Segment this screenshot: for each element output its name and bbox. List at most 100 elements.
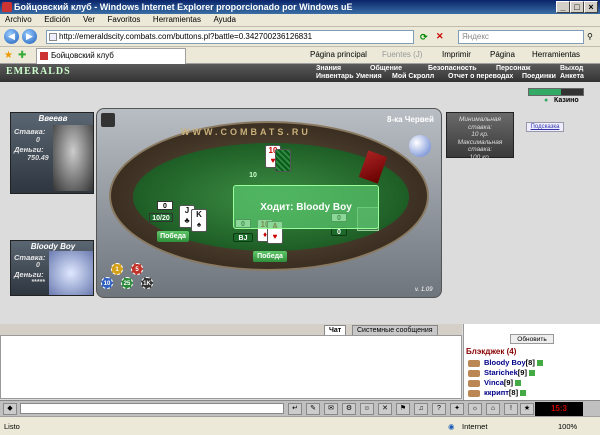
address-bar[interactable]: http://emeraldscity.combats.com/buttons.… <box>46 30 414 44</box>
smiley-icon[interactable]: ☺ <box>360 403 374 415</box>
menu-ayuda[interactable]: Ayuda <box>208 14 241 25</box>
favorites-star-icon[interactable]: ★ <box>4 50 13 61</box>
chat-mode-icon[interactable]: ◆ <box>3 403 17 415</box>
info-icon[interactable] <box>536 360 543 367</box>
user-list-panel: Обновить Блэкджек (4) Bloody Boy[8] Star… <box>463 324 600 400</box>
nav-duels[interactable]: Поединки <box>522 73 556 81</box>
search-icon[interactable]: ⚲ <box>587 32 593 41</box>
player-avatar <box>53 125 93 191</box>
search-input[interactable]: Яндекс <box>458 30 584 44</box>
list-item[interactable]: Bloody Boy[8] <box>468 358 543 368</box>
nav-skills[interactable]: Умения <box>356 73 382 81</box>
send-icon[interactable]: ↵ <box>288 403 302 415</box>
list-item[interactable]: Vinca[9] <box>468 378 522 388</box>
nav-communication[interactable]: Общение <box>370 65 402 73</box>
zone-label: Internet <box>462 422 488 431</box>
table-menu-icon[interactable] <box>101 113 115 127</box>
clear-icon[interactable]: ✕ <box>378 403 392 415</box>
music-icon[interactable]: ♫ <box>414 403 428 415</box>
info-icon[interactable] <box>520 390 527 397</box>
mail-icon[interactable]: ✉ <box>324 403 338 415</box>
nav-exit[interactable]: Выход <box>560 65 583 73</box>
globe-icon: ◉ <box>448 422 455 431</box>
info-icon[interactable] <box>515 380 522 387</box>
maximize-button[interactable]: □ <box>570 1 584 13</box>
user-name: Bloody Boy <box>484 358 526 367</box>
center-score: BJ <box>233 233 253 242</box>
nav-knowledge[interactable]: Знания <box>316 65 341 73</box>
nav-scroll[interactable]: Мой Скролл <box>392 73 434 81</box>
tools-button[interactable]: Herramientas <box>532 50 580 59</box>
player-name: Ввеевв <box>38 114 68 123</box>
flag-icon[interactable]: ⚑ <box>396 403 410 415</box>
list-item[interactable]: ккрипт[8] <box>468 388 527 398</box>
alert-icon[interactable]: ! <box>504 403 518 415</box>
chat-input[interactable] <box>20 403 284 414</box>
edit-icon[interactable]: ✎ <box>306 403 320 415</box>
nav-inventory[interactable]: Инвентарь <box>316 73 354 81</box>
info-icon[interactable] <box>528 370 535 377</box>
bet-value: 0 <box>36 137 40 144</box>
chip-5[interactable]: 5 <box>131 263 143 275</box>
casino-icon: ● <box>544 97 549 104</box>
tab-chat[interactable]: Чат <box>324 325 347 335</box>
tab-row: ★ ✚ Бойцовский клуб Página principal Fue… <box>0 47 600 64</box>
bet-limits-box: Минимальная ставка: 10 кр. Максимальная … <box>446 112 514 161</box>
page-button[interactable]: Página <box>490 50 515 59</box>
money-value: 750.49 <box>27 155 49 162</box>
help-link[interactable]: Подсказка <box>526 122 564 132</box>
close-button[interactable]: × <box>584 1 598 13</box>
chip-25[interactable]: 25 <box>121 277 133 289</box>
menu-ver[interactable]: Ver <box>78 14 100 25</box>
clan-icon <box>468 379 480 387</box>
nav-character[interactable]: Персонаж <box>496 65 530 73</box>
sun-icon[interactable]: ☼ <box>468 403 482 415</box>
app-icon <box>2 2 12 12</box>
star-icon[interactable]: ★ <box>520 403 534 415</box>
refresh-list-button[interactable]: Обновить <box>510 334 554 344</box>
refresh-icon[interactable]: ⟳ <box>420 32 428 43</box>
menu-herramientas[interactable]: Herramientas <box>148 14 206 25</box>
tab-system-messages[interactable]: Системные сообщения <box>352 325 438 335</box>
address-row: ◀ ▶ http://emeraldscity.combats.com/butt… <box>0 27 600 47</box>
sparkle-icon[interactable]: ✦ <box>450 403 464 415</box>
table-felt: 10 10♥ 0 10/20 J♣ K♠ Победа 0 BJ 10♦ A♥ … <box>133 143 409 262</box>
table-globe-icon[interactable] <box>409 135 431 157</box>
menu-archivo[interactable]: Archivo <box>0 14 37 25</box>
settings-icon[interactable]: ⚙ <box>342 403 356 415</box>
max-bet-value: 100 кр. <box>469 153 491 161</box>
nav-transfers[interactable]: Отчет о переводах <box>448 73 513 81</box>
chat-tabs: Чат Системные сообщения <box>0 324 462 335</box>
list-item[interactable]: Starichek[9] <box>468 368 535 378</box>
home-button[interactable]: Página principal <box>310 50 367 59</box>
chip-10[interactable]: 10 <box>101 277 113 289</box>
dealer-score: 10 <box>249 172 257 179</box>
status-text: Listo <box>4 422 20 431</box>
back-icon[interactable]: ◀ <box>4 29 19 44</box>
zoom-level[interactable]: 100% <box>558 422 577 431</box>
nav-profile[interactable]: Анкета <box>560 73 584 81</box>
chip-1k[interactable]: 1K <box>141 277 153 289</box>
tab-active[interactable]: Бойцовский клуб <box>36 48 186 64</box>
user-name: Vinca <box>484 378 504 387</box>
window-title-bar: Бойцовский клуб - Windows Internet Explo… <box>0 0 600 14</box>
chip-1[interactable]: 1 <box>111 263 123 275</box>
chat-toolbar: ◆ ↵ ✎ ✉ ⚙ ☺ ✕ ⚑ ♫ ? ✦ ☼ ⌂ ! ★ 15:3 <box>0 400 600 416</box>
menu-favoritos[interactable]: Favoritos <box>103 14 146 25</box>
user-level: [9] <box>503 378 514 387</box>
stop-icon[interactable]: ✕ <box>436 31 444 42</box>
home-icon[interactable]: ⌂ <box>486 403 500 415</box>
forward-icon[interactable]: ▶ <box>22 29 37 44</box>
table-rim: WWW.COMBATS.RU 10 10 ♥ 0 10/20 J ♣ K ♠ Побе… <box>109 121 429 271</box>
chat-log[interactable] <box>0 335 462 399</box>
nav-security[interactable]: Безопасность <box>428 65 477 73</box>
print-button[interactable]: Imprimir <box>442 50 471 59</box>
player-panel-1: Ввеевв Ставка: 0 Деньги: 750.49 <box>10 112 94 194</box>
menu-edicion[interactable]: Edición <box>39 14 75 25</box>
blackjack-table: 8-ка Червей WWW.COMBATS.RU 10 10 ♥ 0 10/2… <box>96 108 442 298</box>
minimize-button[interactable]: _ <box>556 1 570 13</box>
add-favorite-icon[interactable]: ✚ <box>18 50 26 61</box>
feeds-button[interactable]: Fuentes (J) <box>382 50 422 59</box>
question-icon[interactable]: ? <box>432 403 446 415</box>
player-name: Bloody Boy <box>30 242 76 251</box>
